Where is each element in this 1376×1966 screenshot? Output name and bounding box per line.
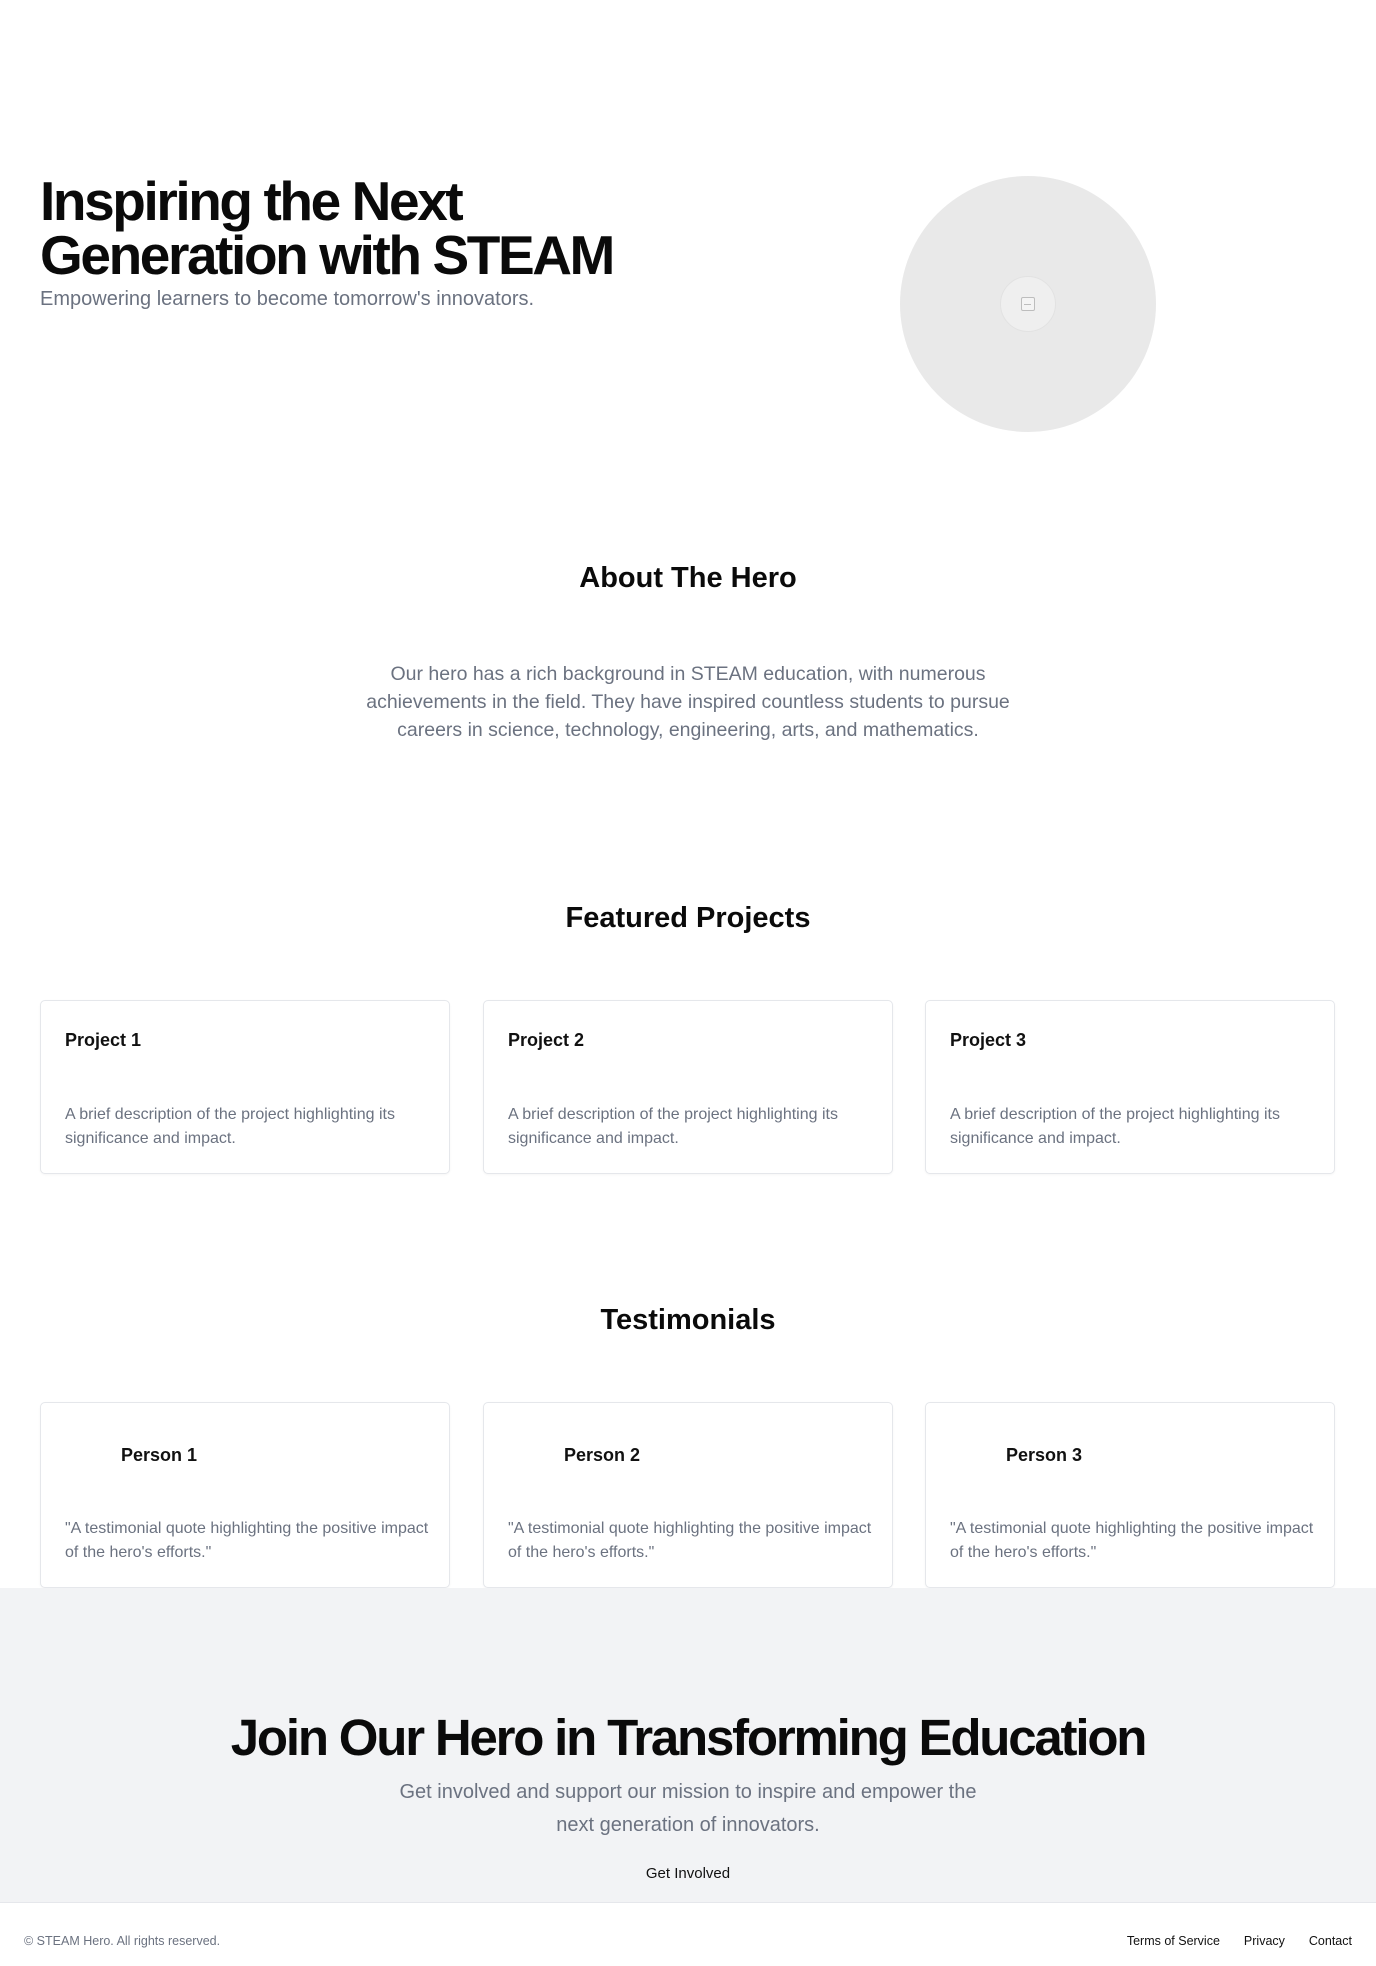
cta-title: Join Our Hero in Transforming Education [230,1709,1148,1766]
project-title: Project 1 [65,1030,142,1050]
cta-section: Join Our Hero in Transforming Education … [0,1588,1376,1902]
project-title: Project 3 [950,1030,1027,1050]
project-card: Project 1 A brief description of the pro… [40,1000,450,1174]
terms-of-service-link[interactable]: Terms of Service [1127,1933,1220,1949]
hero-subtitle: Empowering learners to become tomorrow's… [40,288,535,310]
footer: © STEAM Hero. All rights reserved. Terms… [0,1902,1376,1966]
hero-image-placeholder [900,176,1156,432]
project-card: Project 2 A brief description of the pro… [483,1000,893,1174]
hero-section: Inspiring the Next Generation with STEAM… [0,0,1376,500]
contact-link[interactable]: Contact [1309,1933,1352,1949]
avatar [950,1433,990,1473]
image-placeholder-icon [1021,297,1035,311]
about-text: Our hero has a rich background in STEAM … [366,663,1010,741]
person-name: Person 2 [564,1445,641,1465]
project-card: Project 3 A brief description of the pro… [925,1000,1335,1174]
person-name: Person 1 [121,1445,198,1465]
person-name: Person 3 [1006,1445,1083,1465]
copyright-text: © STEAM Hero. All rights reserved. [24,1934,221,1948]
testimonial-quote: "A testimonial quote highlighting the po… [950,1520,1314,1561]
about-title: About The Hero [579,562,797,594]
get-involved-button[interactable]: Get Involved [628,1862,748,1886]
avatar [508,1433,548,1473]
testimonial-card: Person 2 "A testimonial quote highlighti… [483,1402,893,1588]
project-description: A brief description of the project highl… [508,1106,838,1147]
project-title: Project 2 [508,1030,585,1050]
testimonial-card: Person 1 "A testimonial quote highlighti… [40,1402,450,1588]
testimonials-title: Testimonials [600,1304,776,1336]
avatar [65,1433,105,1473]
project-description: A brief description of the project highl… [950,1106,1280,1147]
footer-nav: Terms of Service Privacy Contact [1127,1933,1352,1949]
testimonial-quote: "A testimonial quote highlighting the po… [65,1520,429,1561]
testimonial-card: Person 3 "A testimonial quote highlighti… [925,1402,1335,1588]
projects-title: Featured Projects [565,902,811,934]
privacy-link[interactable]: Privacy [1244,1933,1285,1949]
project-description: A brief description of the project highl… [65,1106,395,1147]
cta-subtitle: Get involved and support our mission to … [399,1781,977,1836]
hero-title: Inspiring the Next Generation with STEAM [40,170,615,286]
testimonial-quote: "A testimonial quote highlighting the po… [508,1520,872,1561]
